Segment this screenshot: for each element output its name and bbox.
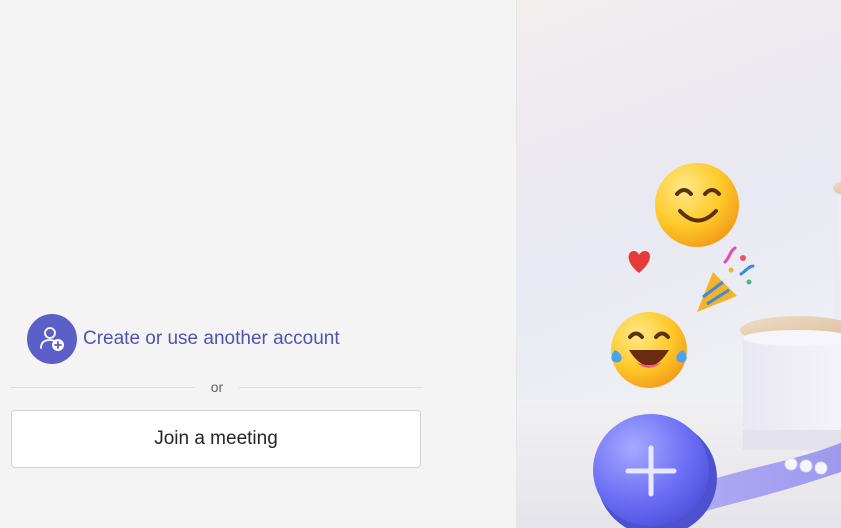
sign-in-pane: Create or use another account or Join a … <box>0 0 516 528</box>
divider-or-text: or <box>210 379 224 395</box>
divider-line-left <box>11 387 195 388</box>
join-meeting-button[interactable]: Join a meeting <box>11 410 421 468</box>
party-popper-emoji <box>697 246 755 312</box>
platform-shelves <box>740 182 841 450</box>
smiling-face-emoji <box>655 163 739 247</box>
create-account-label[interactable]: Create or use another account <box>83 328 340 350</box>
decorative-illustration <box>516 0 841 528</box>
heart-emoji <box>628 251 650 273</box>
person-add-icon <box>27 314 77 364</box>
tears-of-joy-emoji <box>611 312 687 388</box>
illustration-canvas <box>517 163 841 528</box>
divider-line-right <box>239 387 423 388</box>
create-or-use-account-option[interactable]: Create or use another account <box>27 314 340 364</box>
